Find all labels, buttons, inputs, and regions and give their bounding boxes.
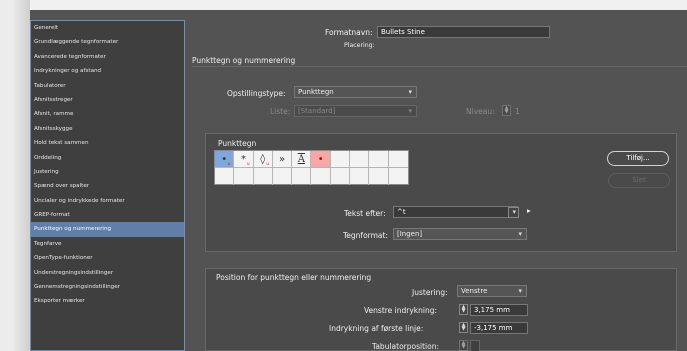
tab-position-label: Tabulatorposition: bbox=[372, 342, 439, 351]
bullet-cell[interactable]: • bbox=[311, 151, 331, 168]
sidebar-item[interactable]: Understregningsindstillinger bbox=[31, 266, 184, 280]
char-format-dropdown[interactable]: [Ingen] ▾ bbox=[393, 228, 527, 240]
sidebar-item[interactable]: Gennemstregningsindstillinger bbox=[31, 280, 184, 294]
list-dropdown[interactable]: [Standard] ▾ bbox=[294, 105, 417, 117]
list-type-dropdown[interactable]: Punkttegn ▾ bbox=[294, 86, 417, 98]
format-name-label: Formatnavn: bbox=[325, 28, 373, 37]
first-indent-spinner-icon[interactable]: ▲ ▼ bbox=[459, 322, 468, 333]
alignment-value: Venstre bbox=[461, 287, 488, 295]
bullet-cell[interactable] bbox=[350, 151, 370, 168]
chevron-down-icon: ▾ bbox=[518, 287, 522, 295]
bullet-font-marker: u bbox=[247, 161, 250, 166]
bullet-glyph: ◊ bbox=[260, 153, 266, 165]
bullet-font-marker: u bbox=[266, 161, 269, 166]
sidebar-item[interactable]: Afsnitsskygge bbox=[31, 122, 184, 136]
tab-position-input[interactable] bbox=[470, 340, 480, 351]
sidebar-item[interactable]: Hold tekst sammen bbox=[31, 136, 184, 150]
bullet-cell[interactable] bbox=[350, 168, 370, 185]
placement-label: Placering: bbox=[344, 42, 375, 49]
bullet-cell[interactable]: • u bbox=[215, 151, 235, 168]
bullet-font-marker: u bbox=[227, 161, 231, 166]
bullet-cell[interactable]: » bbox=[272, 151, 293, 168]
alignment-dropdown[interactable]: Venstre ▾ bbox=[457, 285, 527, 297]
list-type-value: Punkttegn bbox=[298, 88, 334, 96]
delete-bullet-button[interactable]: Slet bbox=[608, 173, 670, 188]
bullet-cell[interactable] bbox=[331, 168, 351, 185]
sidebar-item[interactable]: Afsnit, ramme bbox=[31, 107, 184, 121]
sidebar-item[interactable]: Uncialer og indrykkede formater bbox=[31, 194, 184, 208]
level-value: 1 bbox=[515, 107, 520, 116]
bullet-glyph: * bbox=[240, 153, 246, 165]
bullet-panel-title: Punkttegn bbox=[218, 139, 257, 148]
sidebar-item[interactable]: OpenType-funktioner bbox=[31, 251, 184, 265]
bullet-cell[interactable] bbox=[389, 168, 408, 185]
bullet-cell[interactable] bbox=[292, 168, 312, 185]
section-title: Punkttegn og nummerering bbox=[192, 56, 296, 65]
sidebar-items: Generelt Grundlæggende tegnformater Avance… bbox=[31, 21, 184, 309]
sidebar-item[interactable]: Tabulatorer bbox=[31, 79, 184, 93]
dialog-window: Generelt Grundlæggende tegnformater Avance… bbox=[0, 0, 687, 351]
sidebar-item[interactable]: Generelt bbox=[31, 21, 184, 35]
left-indent-input[interactable]: 3,175 mm bbox=[470, 304, 528, 316]
bullet-cell[interactable] bbox=[369, 151, 389, 168]
sidebar-item[interactable]: Indrykninger og afstand bbox=[31, 64, 184, 78]
sidebar-item[interactable]: Justering bbox=[31, 165, 184, 179]
sidebar-item[interactable]: Afsnitsstreger bbox=[31, 93, 184, 107]
format-name-input[interactable]: Bullets Stine bbox=[377, 26, 550, 38]
char-format-value: [Ingen] bbox=[397, 230, 423, 238]
list-label: Liste: bbox=[270, 107, 291, 116]
text-after-menu-button[interactable]: ▾ bbox=[508, 207, 519, 218]
bullet-glyph: A bbox=[297, 153, 305, 165]
sidebar: Generelt Grundlæggende tegnformater Avance… bbox=[30, 20, 185, 351]
char-format-label: Tegnformat: bbox=[343, 231, 388, 240]
chevron-down-icon: ▾ bbox=[408, 107, 412, 115]
sidebar-item[interactable]: Avancerede tegnformater bbox=[31, 50, 184, 64]
bullet-glyph: • bbox=[317, 153, 324, 165]
add-bullet-button[interactable]: Tilføj... bbox=[607, 151, 669, 166]
bullet-cell[interactable] bbox=[254, 168, 273, 185]
sidebar-item[interactable]: Eksporter mærker bbox=[31, 294, 184, 308]
bullet-cell[interactable] bbox=[369, 168, 389, 185]
bullet-glyph: » bbox=[278, 153, 286, 165]
list-type-label: Opstillingstype: bbox=[227, 89, 286, 98]
bullet-cell[interactable] bbox=[273, 168, 293, 185]
special-character-arrow-icon[interactable]: ▸ bbox=[527, 206, 531, 215]
bullet-cell[interactable] bbox=[311, 168, 331, 185]
alignment-label: Justering: bbox=[412, 288, 448, 297]
bullet-cell[interactable] bbox=[388, 151, 408, 168]
bullet-cell[interactable] bbox=[234, 168, 254, 185]
bullet-cell[interactable]: A bbox=[292, 151, 312, 168]
bullet-cell[interactable]: * u bbox=[234, 151, 254, 168]
chevron-down-icon: ▾ bbox=[518, 230, 522, 238]
left-edge-background bbox=[0, 0, 30, 351]
bullet-cell[interactable]: ◊ u bbox=[253, 151, 273, 168]
bullet-cell[interactable] bbox=[215, 168, 235, 185]
text-after-input[interactable]: ^t bbox=[393, 206, 518, 218]
text-after-label: Tekst efter: bbox=[344, 209, 386, 218]
left-indent-spinner-icon[interactable]: ▲ ▼ bbox=[459, 304, 468, 315]
sidebar-item[interactable]: Orddeling bbox=[31, 151, 184, 165]
chevron-down-icon: ▾ bbox=[408, 88, 412, 96]
bullet-grid: • u * u ◊ u» A • bbox=[214, 150, 409, 185]
tab-position-spinner-icon[interactable]: ▲ ▼ bbox=[459, 340, 468, 351]
bullet-cell[interactable] bbox=[330, 151, 351, 168]
position-title: Position for punkttegn eller nummerering bbox=[216, 273, 372, 282]
level-spinner-icon[interactable]: ▲ ▼ bbox=[502, 105, 511, 116]
level-label: Niveau: bbox=[466, 107, 495, 116]
section-divider bbox=[192, 66, 687, 67]
left-indent-label: Venstre indrykning: bbox=[364, 306, 438, 315]
list-value: [Standard] bbox=[298, 107, 336, 115]
first-indent-label: Indrykning af første linje: bbox=[329, 324, 424, 333]
sidebar-item[interactable]: GREP-format bbox=[31, 208, 184, 222]
first-indent-input[interactable]: -3,175 mm bbox=[470, 322, 528, 334]
sidebar-item[interactable]: Punkttegn og nummerering bbox=[31, 222, 184, 237]
sidebar-item[interactable]: Spænd over spalter bbox=[31, 179, 184, 193]
sidebar-item[interactable]: Grundlæggende tegnformater bbox=[31, 35, 184, 49]
bullet-glyph: • bbox=[221, 153, 228, 165]
sidebar-item[interactable]: Tegnfarve bbox=[31, 237, 184, 251]
